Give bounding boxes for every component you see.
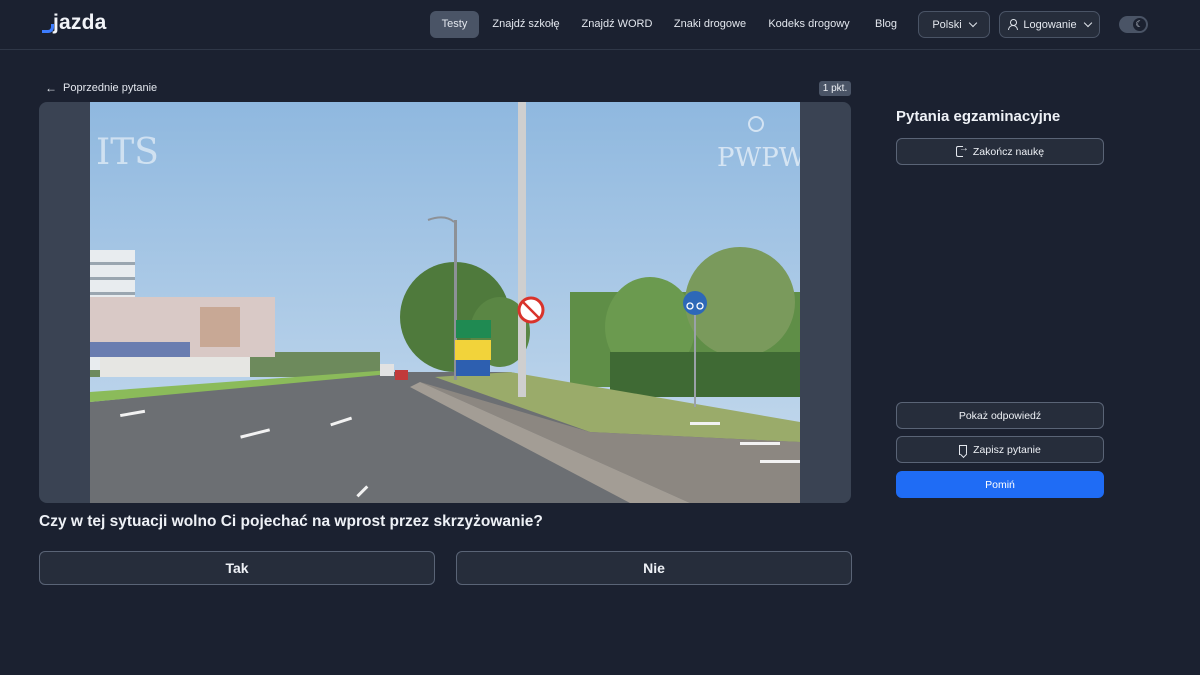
user-icon — [1008, 19, 1019, 30]
top-navbar: jazda Testy Znajdź szkołę Znajdź WORD Zn… — [0, 0, 1200, 50]
skip-button[interactable]: Pomiń — [896, 471, 1104, 498]
road-scene-image: ITS PWPW — [90, 102, 800, 503]
nav-highway-code[interactable]: Kodeks drogowy — [763, 11, 855, 38]
previous-question-link[interactable]: ← Poprzednie pytanie — [45, 80, 157, 96]
watermark-its: ITS — [96, 132, 159, 173]
logo-text: jazda — [53, 11, 107, 34]
nav-road-signs[interactable]: Znaki drogowe — [668, 11, 752, 38]
save-question-label: Zapisz pytanie — [973, 443, 1041, 456]
end-study-label: Zakończ naukę — [972, 145, 1045, 158]
nav-blog[interactable]: Blog — [866, 11, 906, 38]
logo[interactable]: jazda — [42, 11, 107, 35]
arrow-left-icon: ← — [45, 81, 57, 95]
nav-tests[interactable]: Testy — [430, 11, 479, 38]
theme-toggle[interactable]: ☾ — [1119, 16, 1148, 33]
previous-question-label: Poprzednie pytanie — [63, 82, 158, 94]
chevron-down-icon — [968, 18, 977, 28]
login-label: Logowanie — [1023, 18, 1077, 31]
sidebar-title: Pytania egzaminacyjne — [896, 108, 1061, 125]
skip-label: Pomiń — [985, 478, 1015, 491]
chevron-down-icon — [1083, 18, 1092, 28]
nav-find-school[interactable]: Znajdź szkołę — [487, 11, 565, 38]
bookmark-icon — [959, 444, 968, 455]
question-text: Czy w tej sytuacji wolno Ci pojechać na … — [39, 513, 543, 530]
save-question-button[interactable]: Zapisz pytanie — [896, 436, 1104, 463]
answer-yes-button[interactable]: Tak — [39, 551, 435, 585]
login-dropdown[interactable]: Logowanie — [999, 11, 1100, 38]
nav-find-word[interactable]: Znajdź WORD — [577, 11, 657, 38]
points-badge: 1 pkt. — [819, 81, 851, 96]
language-label: Polski — [932, 18, 962, 31]
show-answer-button[interactable]: Pokaż odpowiedź — [896, 402, 1104, 429]
exit-icon — [955, 143, 969, 157]
answer-no-button[interactable]: Nie — [456, 551, 852, 585]
logo-mark-icon — [42, 17, 54, 35]
language-select[interactable]: Polski — [918, 11, 990, 38]
moon-icon: ☾ — [1133, 18, 1146, 31]
end-study-button[interactable]: Zakończ naukę — [896, 138, 1104, 165]
watermark-pwpw: PWPW — [717, 143, 800, 173]
question-media: ITS PWPW — [39, 102, 851, 503]
show-answer-label: Pokaż odpowiedź — [958, 409, 1042, 422]
